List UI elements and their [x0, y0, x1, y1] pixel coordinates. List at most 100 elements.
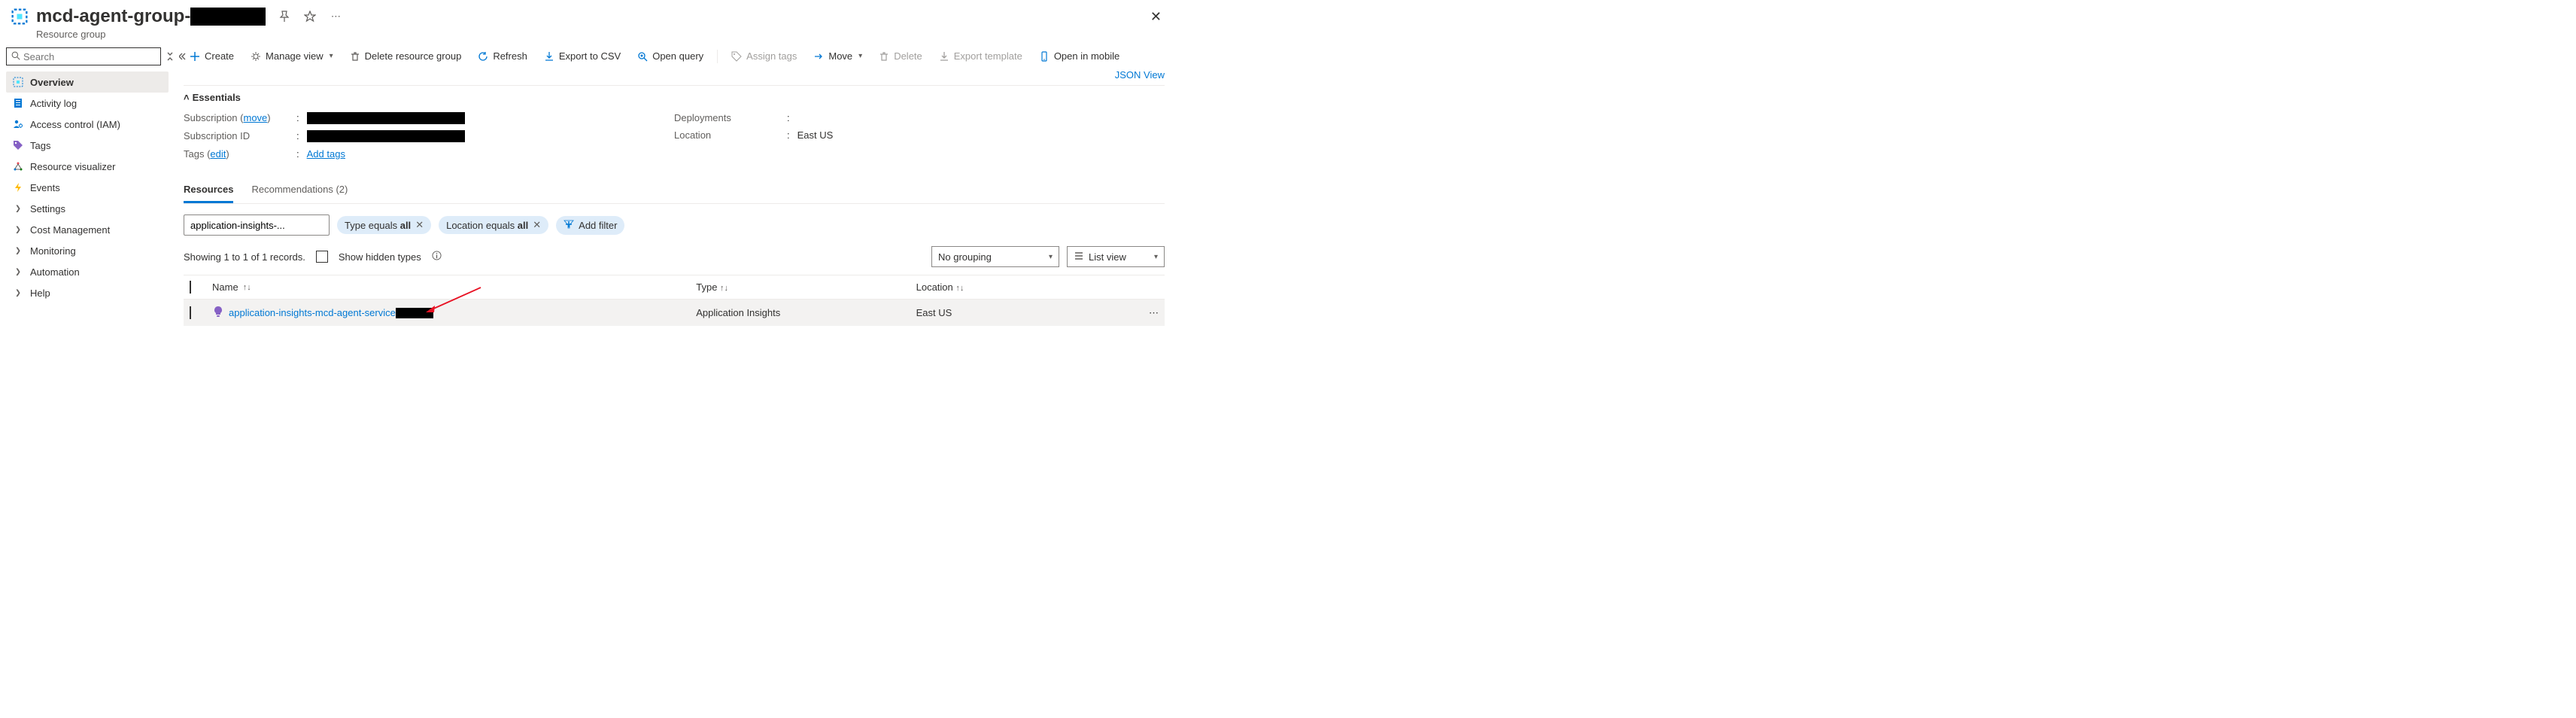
show-hidden-checkbox[interactable] — [316, 251, 328, 263]
sidebar-item-overview[interactable]: Overview — [6, 71, 169, 93]
filter-text-input[interactable] — [190, 220, 323, 231]
chevron-down-icon: ▾ — [1049, 253, 1053, 261]
sidebar-item-label: Overview — [30, 77, 74, 88]
sidebar-item-access-control[interactable]: Access control (IAM) — [6, 114, 169, 135]
subscription-id-value — [307, 130, 465, 142]
export-csv-button[interactable]: Export to CSV — [538, 47, 627, 65]
filter-pill-location[interactable]: Location equals all ✕ — [439, 216, 548, 234]
sidebar-item-label: Cost Management — [30, 224, 110, 236]
row-more-icon[interactable]: ⋯ — [1136, 307, 1159, 319]
overview-icon — [12, 76, 24, 88]
resource-type: Application Insights — [696, 307, 916, 318]
subscription-move-link[interactable]: move — [244, 112, 268, 123]
sidebar-search-input[interactable] — [23, 51, 156, 62]
sidebar-item-label: Help — [30, 288, 50, 299]
sidebar-search[interactable] — [6, 47, 161, 65]
resource-link[interactable]: application-insights-mcd-agent-service — [229, 307, 433, 319]
create-button[interactable]: Create — [184, 47, 240, 65]
sidebar-item-cost-management[interactable]: ❯ Cost Management — [6, 219, 169, 240]
subscription-value — [307, 112, 465, 124]
filter-text-input-wrap[interactable] — [184, 214, 330, 236]
refresh-icon — [478, 51, 488, 62]
move-button[interactable]: Move ▾ — [807, 47, 868, 65]
json-view-link[interactable]: JSON View — [1115, 69, 1165, 81]
pin-icon[interactable] — [278, 10, 291, 23]
star-icon[interactable] — [303, 10, 317, 23]
column-header-location[interactable]: Location ↑↓ — [916, 281, 1136, 293]
sidebar-item-label: Events — [30, 182, 60, 193]
open-query-button[interactable]: Open query — [631, 47, 709, 65]
chevron-right-icon: ❯ — [12, 287, 24, 299]
add-tags-link[interactable]: Add tags — [307, 148, 345, 160]
essentials-toggle[interactable]: ˄ Essentials — [184, 92, 1165, 103]
sidebar-item-label: Monitoring — [30, 245, 76, 257]
sidebar-item-resource-visualizer[interactable]: Resource visualizer — [6, 156, 169, 177]
tags-edit-link[interactable]: edit — [210, 148, 226, 160]
table-header: Name ↑↓ Type ↑↓ Location ↑↓ — [184, 275, 1165, 300]
subscription-id-label: Subscription ID — [184, 130, 296, 142]
add-filter-button[interactable]: Add filter — [556, 216, 624, 235]
trash-icon — [350, 51, 360, 62]
toolbar-separator — [717, 50, 718, 63]
column-header-name[interactable]: Name ↑↓ — [212, 281, 696, 293]
page-title: mcd-agent-group- — [36, 6, 266, 27]
chevron-right-icon: ❯ — [12, 224, 24, 236]
chevron-right-icon: ❯ — [12, 266, 24, 278]
export-template-button: Export template — [933, 47, 1028, 65]
sidebar-item-automation[interactable]: ❯ Automation — [6, 261, 169, 282]
tab-recommendations[interactable]: Recommendations (2) — [251, 178, 348, 203]
download-icon — [939, 51, 949, 62]
view-select[interactable]: List view ▾ — [1067, 246, 1165, 267]
show-hidden-label: Show hidden types — [339, 251, 421, 263]
delete-resource-group-button[interactable]: Delete resource group — [344, 47, 468, 65]
select-all-checkbox[interactable] — [190, 281, 191, 294]
table-row[interactable]: application-insights-mcd-agent-service A… — [184, 300, 1165, 326]
expand-icon[interactable] — [166, 50, 175, 62]
arrow-right-icon — [813, 51, 824, 62]
gear-icon — [251, 51, 261, 62]
location-value: East US — [797, 129, 834, 141]
chevron-down-icon: ▾ — [858, 52, 862, 60]
resource-visualizer-icon — [12, 160, 24, 172]
sidebar-item-tags[interactable]: Tags — [6, 135, 169, 156]
chevron-down-icon: ▾ — [1154, 253, 1158, 261]
sidebar-item-label: Tags — [30, 140, 50, 151]
open-mobile-button[interactable]: Open in mobile — [1033, 47, 1125, 65]
sort-icon: ↑↓ — [243, 283, 251, 292]
trash-icon — [879, 51, 889, 62]
tags-icon — [731, 51, 742, 62]
events-icon — [12, 181, 24, 193]
delete-button: Delete — [873, 47, 928, 65]
manage-view-button[interactable]: Manage view ▾ — [245, 47, 339, 65]
sidebar-item-settings[interactable]: ❯ Settings — [6, 198, 169, 219]
resource-group-icon — [9, 6, 30, 27]
remove-filter-icon[interactable]: ✕ — [415, 219, 424, 231]
sidebar-item-activity-log[interactable]: Activity log — [6, 93, 169, 114]
sort-icon: ↑↓ — [720, 284, 728, 293]
refresh-button[interactable]: Refresh — [472, 47, 533, 65]
close-icon[interactable]: ✕ — [1147, 6, 1165, 28]
chevron-right-icon: ❯ — [12, 245, 24, 257]
sidebar-item-label: Resource visualizer — [30, 161, 115, 172]
filter-pill-type[interactable]: Type equals all ✕ — [337, 216, 431, 234]
chevron-down-icon: ▾ — [330, 52, 333, 60]
subscription-label: Subscription (move) — [184, 112, 296, 124]
more-icon[interactable]: ⋯ — [329, 10, 342, 23]
access-control-icon — [12, 118, 24, 130]
assign-tags-button: Assign tags — [725, 47, 803, 65]
sidebar-item-help[interactable]: ❯ Help — [6, 282, 169, 303]
remove-filter-icon[interactable]: ✕ — [533, 219, 541, 231]
sidebar-item-events[interactable]: Events — [6, 177, 169, 198]
download-icon — [544, 51, 554, 62]
deployments-label: Deployments — [674, 112, 787, 123]
page-subtitle: Resource group — [36, 29, 1147, 40]
chevron-right-icon: ❯ — [12, 202, 24, 214]
grouping-select[interactable]: No grouping ▾ — [931, 246, 1059, 267]
tab-resources[interactable]: Resources — [184, 178, 233, 203]
column-header-type[interactable]: Type ↑↓ — [696, 281, 916, 293]
records-count: Showing 1 to 1 of 1 records. — [184, 251, 305, 263]
sidebar-item-monitoring[interactable]: ❯ Monitoring — [6, 240, 169, 261]
activity-log-icon — [12, 97, 24, 109]
row-checkbox[interactable] — [190, 306, 191, 319]
info-icon[interactable] — [432, 251, 442, 263]
